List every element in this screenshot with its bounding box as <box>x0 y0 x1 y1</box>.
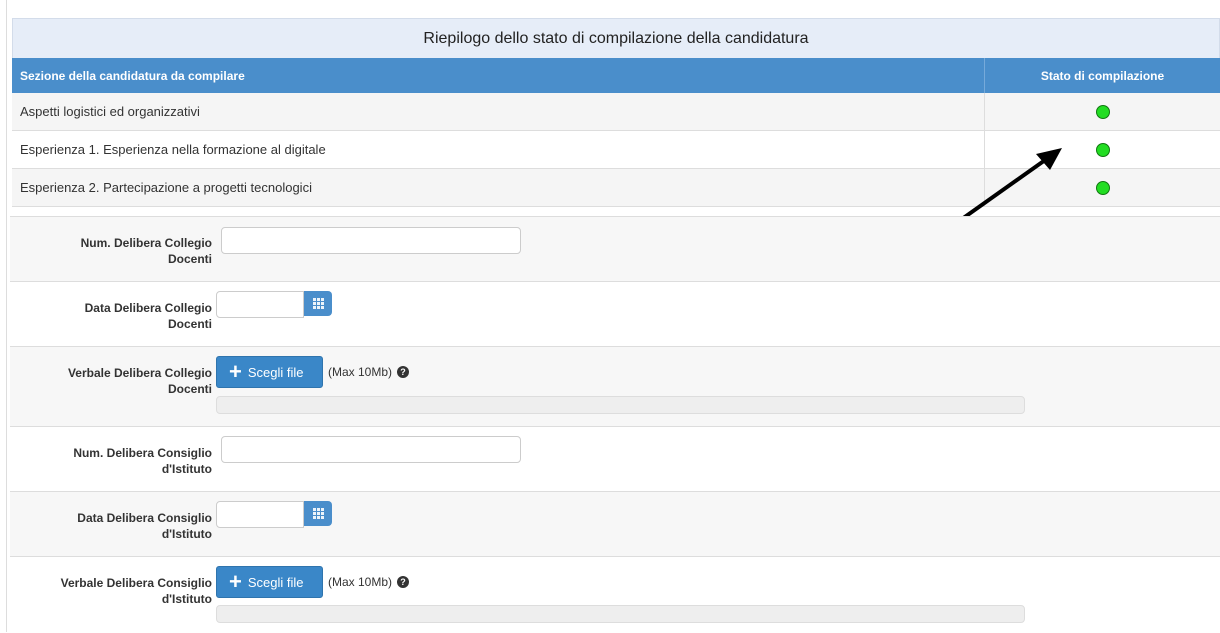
field-label: Data Delibera Consiglio d'Istituto <box>77 511 212 541</box>
upload-progress-bar <box>216 605 1025 623</box>
row-section-label: Aspetti logistici ed organizzativi <box>12 93 985 130</box>
row-section-label: Esperienza 1. Esperienza nella formazion… <box>12 131 985 168</box>
num-delibera-collegio-input[interactable] <box>221 227 521 254</box>
form-row-num-delibera-consiglio: Num. Delibera Consiglio d'Istituto <box>10 426 1220 491</box>
form-row-num-delibera-collegio: Num. Delibera Collegio Docenti <box>10 216 1220 281</box>
status-green-icon <box>1095 180 1110 195</box>
status-green-icon <box>1095 104 1110 119</box>
left-border <box>6 0 7 632</box>
field-label: Num. Delibera Consiglio d'Istituto <box>73 446 212 476</box>
choose-file-button[interactable]: + Scegli file <box>216 566 323 598</box>
field-label: Data Delibera Collegio Docenti <box>84 301 212 331</box>
summary-header-row: Sezione della candidatura da compilare S… <box>12 58 1220 93</box>
row-section-label: Esperienza 2. Partecipazione a progetti … <box>12 169 985 206</box>
data-delibera-collegio-input[interactable] <box>216 291 304 318</box>
form-row-data-delibera-consiglio: Data Delibera Consiglio d'Istituto <box>10 491 1220 556</box>
status-green-icon <box>1095 142 1110 157</box>
form-row-verbale-delibera-consiglio: Verbale Delibera Consiglio d'Istituto + … <box>10 556 1220 633</box>
choose-file-button[interactable]: + Scegli file <box>216 356 323 388</box>
calendar-button[interactable] <box>304 291 332 316</box>
data-delibera-consiglio-input[interactable] <box>216 501 304 528</box>
calendar-icon <box>312 298 324 309</box>
num-delibera-consiglio-input[interactable] <box>221 436 521 463</box>
calendar-icon <box>312 508 324 519</box>
plus-icon: + <box>229 359 242 384</box>
header-section: Sezione della candidatura da compilare <box>12 58 985 93</box>
summary-title: Riepilogo dello stato di compilazione de… <box>12 18 1220 58</box>
max-size-note: (Max 10Mb) ? <box>328 575 410 589</box>
plus-icon: + <box>229 569 242 594</box>
field-label: Num. Delibera Collegio Docenti <box>80 236 212 266</box>
form-row-data-delibera-collegio: Data Delibera Collegio Docenti <box>10 281 1220 346</box>
header-status: Stato di compilazione <box>1040 68 1165 83</box>
question-circle-icon[interactable]: ? <box>397 366 410 378</box>
calendar-button[interactable] <box>304 501 332 526</box>
form-row-verbale-delibera-collegio: Verbale Delibera Collegio Docenti + Sceg… <box>10 346 1220 426</box>
question-circle-icon[interactable]: ? <box>397 576 410 588</box>
delibere-form: Num. Delibera Collegio Docenti Data Deli… <box>10 216 1220 633</box>
table-row: Aspetti logistici ed organizzativi <box>12 93 1220 131</box>
upload-progress-bar <box>216 396 1025 414</box>
max-size-note: (Max 10Mb) ? <box>328 365 410 379</box>
field-label: Verbale Delibera Collegio Docenti <box>67 366 212 396</box>
field-label: Verbale Delibera Consiglio d'Istituto <box>60 576 212 606</box>
